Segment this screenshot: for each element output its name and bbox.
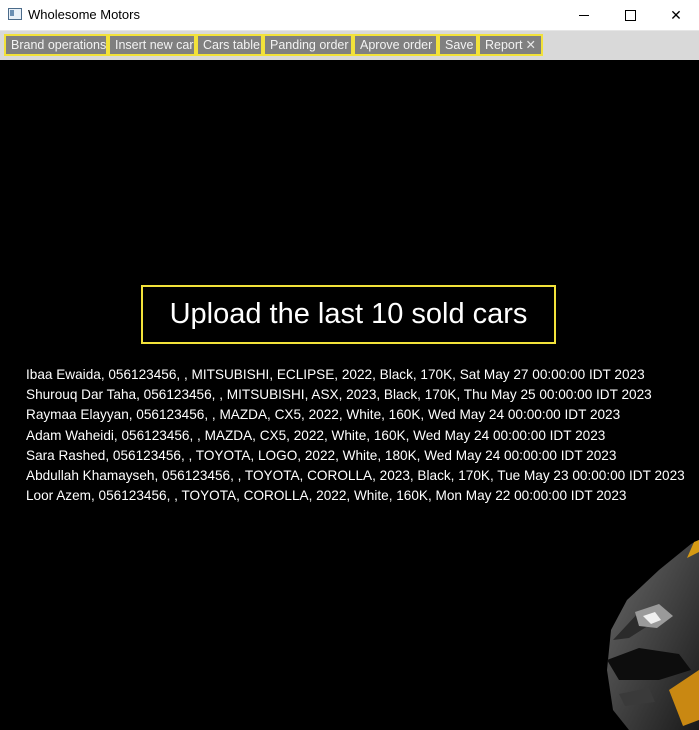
minimize-button[interactable] — [561, 0, 607, 30]
tab-insert-new-car[interactable]: Insert new car — [108, 34, 196, 56]
sports-car-image — [607, 540, 699, 730]
tab-label: Panding order — [270, 38, 349, 52]
title-bar: Wholesome Motors ✕ — [0, 0, 699, 31]
close-tab-icon[interactable]: ✕ — [526, 38, 536, 52]
tab-brand-operations[interactable]: Brand operations — [4, 34, 108, 56]
list-item: Adam Waheidi, 056123456, , MAZDA, CX5, 2… — [26, 427, 606, 443]
list-item: Shurouq Dar Taha, 056123456, , MITSUBISH… — [26, 387, 652, 403]
list-item: Abdullah Khamayseh, 056123456, , TOYOTA,… — [26, 468, 685, 484]
close-icon: ✕ — [670, 6, 682, 23]
maximize-icon — [624, 9, 636, 21]
sold-cars-list: Ibaa Ewaida, 056123456, , MITSUBISHI, EC… — [26, 365, 685, 506]
tab-bar: Brand operations Insert new car Cars tab… — [0, 31, 699, 60]
tab-panding-order[interactable]: Panding order — [263, 34, 353, 56]
tab-report[interactable]: Report ✕ — [478, 34, 543, 56]
tab-aprove-order[interactable]: Aprove order — [353, 34, 438, 56]
list-item: Loor Azem, 056123456, , TOYOTA, COROLLA,… — [26, 488, 627, 504]
maximize-button[interactable] — [607, 0, 653, 30]
list-item: Raymaa Elayyan, 056123456, , MAZDA, CX5,… — [26, 407, 621, 423]
tab-save[interactable]: Save — [438, 34, 478, 56]
list-item: Sara Rashed, 056123456, , TOYOTA, LOGO, … — [26, 447, 617, 463]
tab-cars-table[interactable]: Cars table — [196, 34, 263, 56]
tab-label: Aprove order — [360, 38, 433, 52]
tab-label: Insert new car — [115, 38, 194, 52]
upload-last-sold-cars-button[interactable]: Upload the last 10 sold cars — [141, 285, 556, 344]
tab-label: Cars table — [203, 38, 260, 52]
list-item: Ibaa Ewaida, 056123456, , MITSUBISHI, EC… — [26, 367, 645, 382]
report-panel: Upload the last 10 sold cars Ibaa Ewaida… — [0, 60, 699, 730]
close-window-button[interactable]: ✕ — [653, 0, 699, 30]
window-title: Wholesome Motors — [28, 7, 140, 22]
tab-label: Brand operations — [11, 38, 107, 52]
tab-label: Report — [485, 38, 523, 52]
minimize-icon — [579, 14, 589, 16]
tab-label: Save — [445, 38, 474, 52]
app-window-icon — [8, 8, 22, 20]
